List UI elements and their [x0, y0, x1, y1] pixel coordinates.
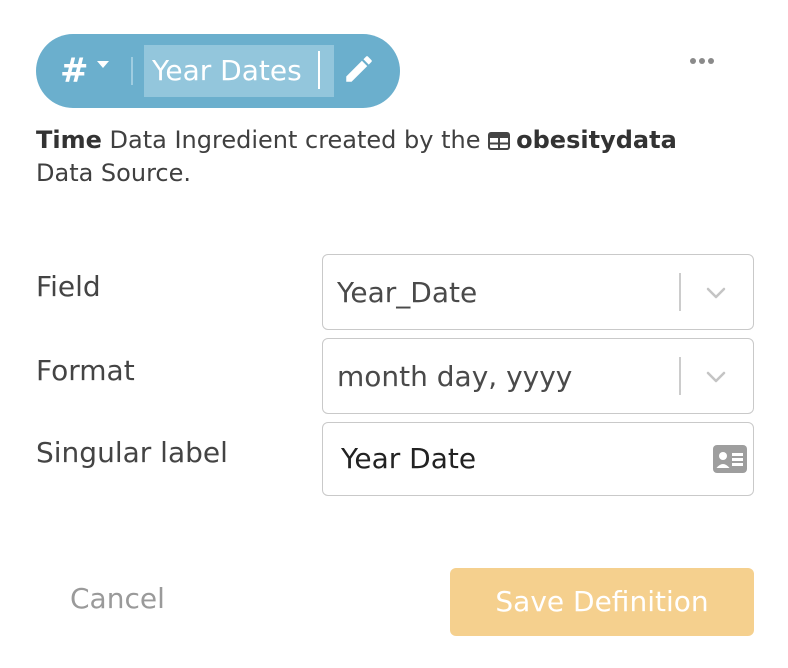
hash-icon: #	[60, 51, 89, 91]
singular-label-input[interactable]: Year Date	[322, 422, 754, 496]
caret-down-icon	[96, 60, 109, 68]
contact-card-icon[interactable]	[713, 445, 747, 473]
field-select-value: Year_Date	[337, 276, 478, 309]
ellipsis-icon[interactable]	[690, 58, 714, 64]
format-select-value: month day, yyyy	[337, 360, 573, 393]
select-divider	[679, 273, 681, 311]
table-icon	[488, 132, 511, 150]
cancel-button[interactable]: Cancel	[70, 582, 165, 615]
singular-label-label: Singular label	[36, 436, 228, 469]
save-definition-button[interactable]: Save Definition	[450, 568, 754, 636]
pill-divider	[131, 57, 133, 85]
select-divider	[679, 357, 681, 395]
chevron-down-icon[interactable]	[705, 366, 727, 388]
ingredient-description: Time Data Ingredient created by the obes…	[36, 124, 756, 190]
format-label: Format	[36, 354, 135, 387]
text-cursor	[318, 51, 320, 89]
format-select[interactable]: month day, yyyy	[322, 338, 754, 414]
field-label: Field	[36, 270, 101, 303]
pencil-icon[interactable]	[342, 52, 376, 86]
chevron-down-icon[interactable]	[705, 282, 727, 304]
data-source-name[interactable]: obesitydata	[516, 126, 677, 154]
description-middle: Data Ingredient created by the	[101, 126, 489, 154]
field-select[interactable]: Year_Date	[322, 254, 754, 330]
singular-label-value: Year Date	[341, 442, 477, 475]
type-dropdown-button[interactable]: #	[60, 52, 109, 90]
ingredient-name-input[interactable]: Year Dates	[144, 45, 334, 97]
type-word: Time	[36, 126, 102, 154]
ingredient-header-pill: # Year Dates	[36, 34, 400, 108]
description-end: Data Source.	[36, 159, 191, 187]
